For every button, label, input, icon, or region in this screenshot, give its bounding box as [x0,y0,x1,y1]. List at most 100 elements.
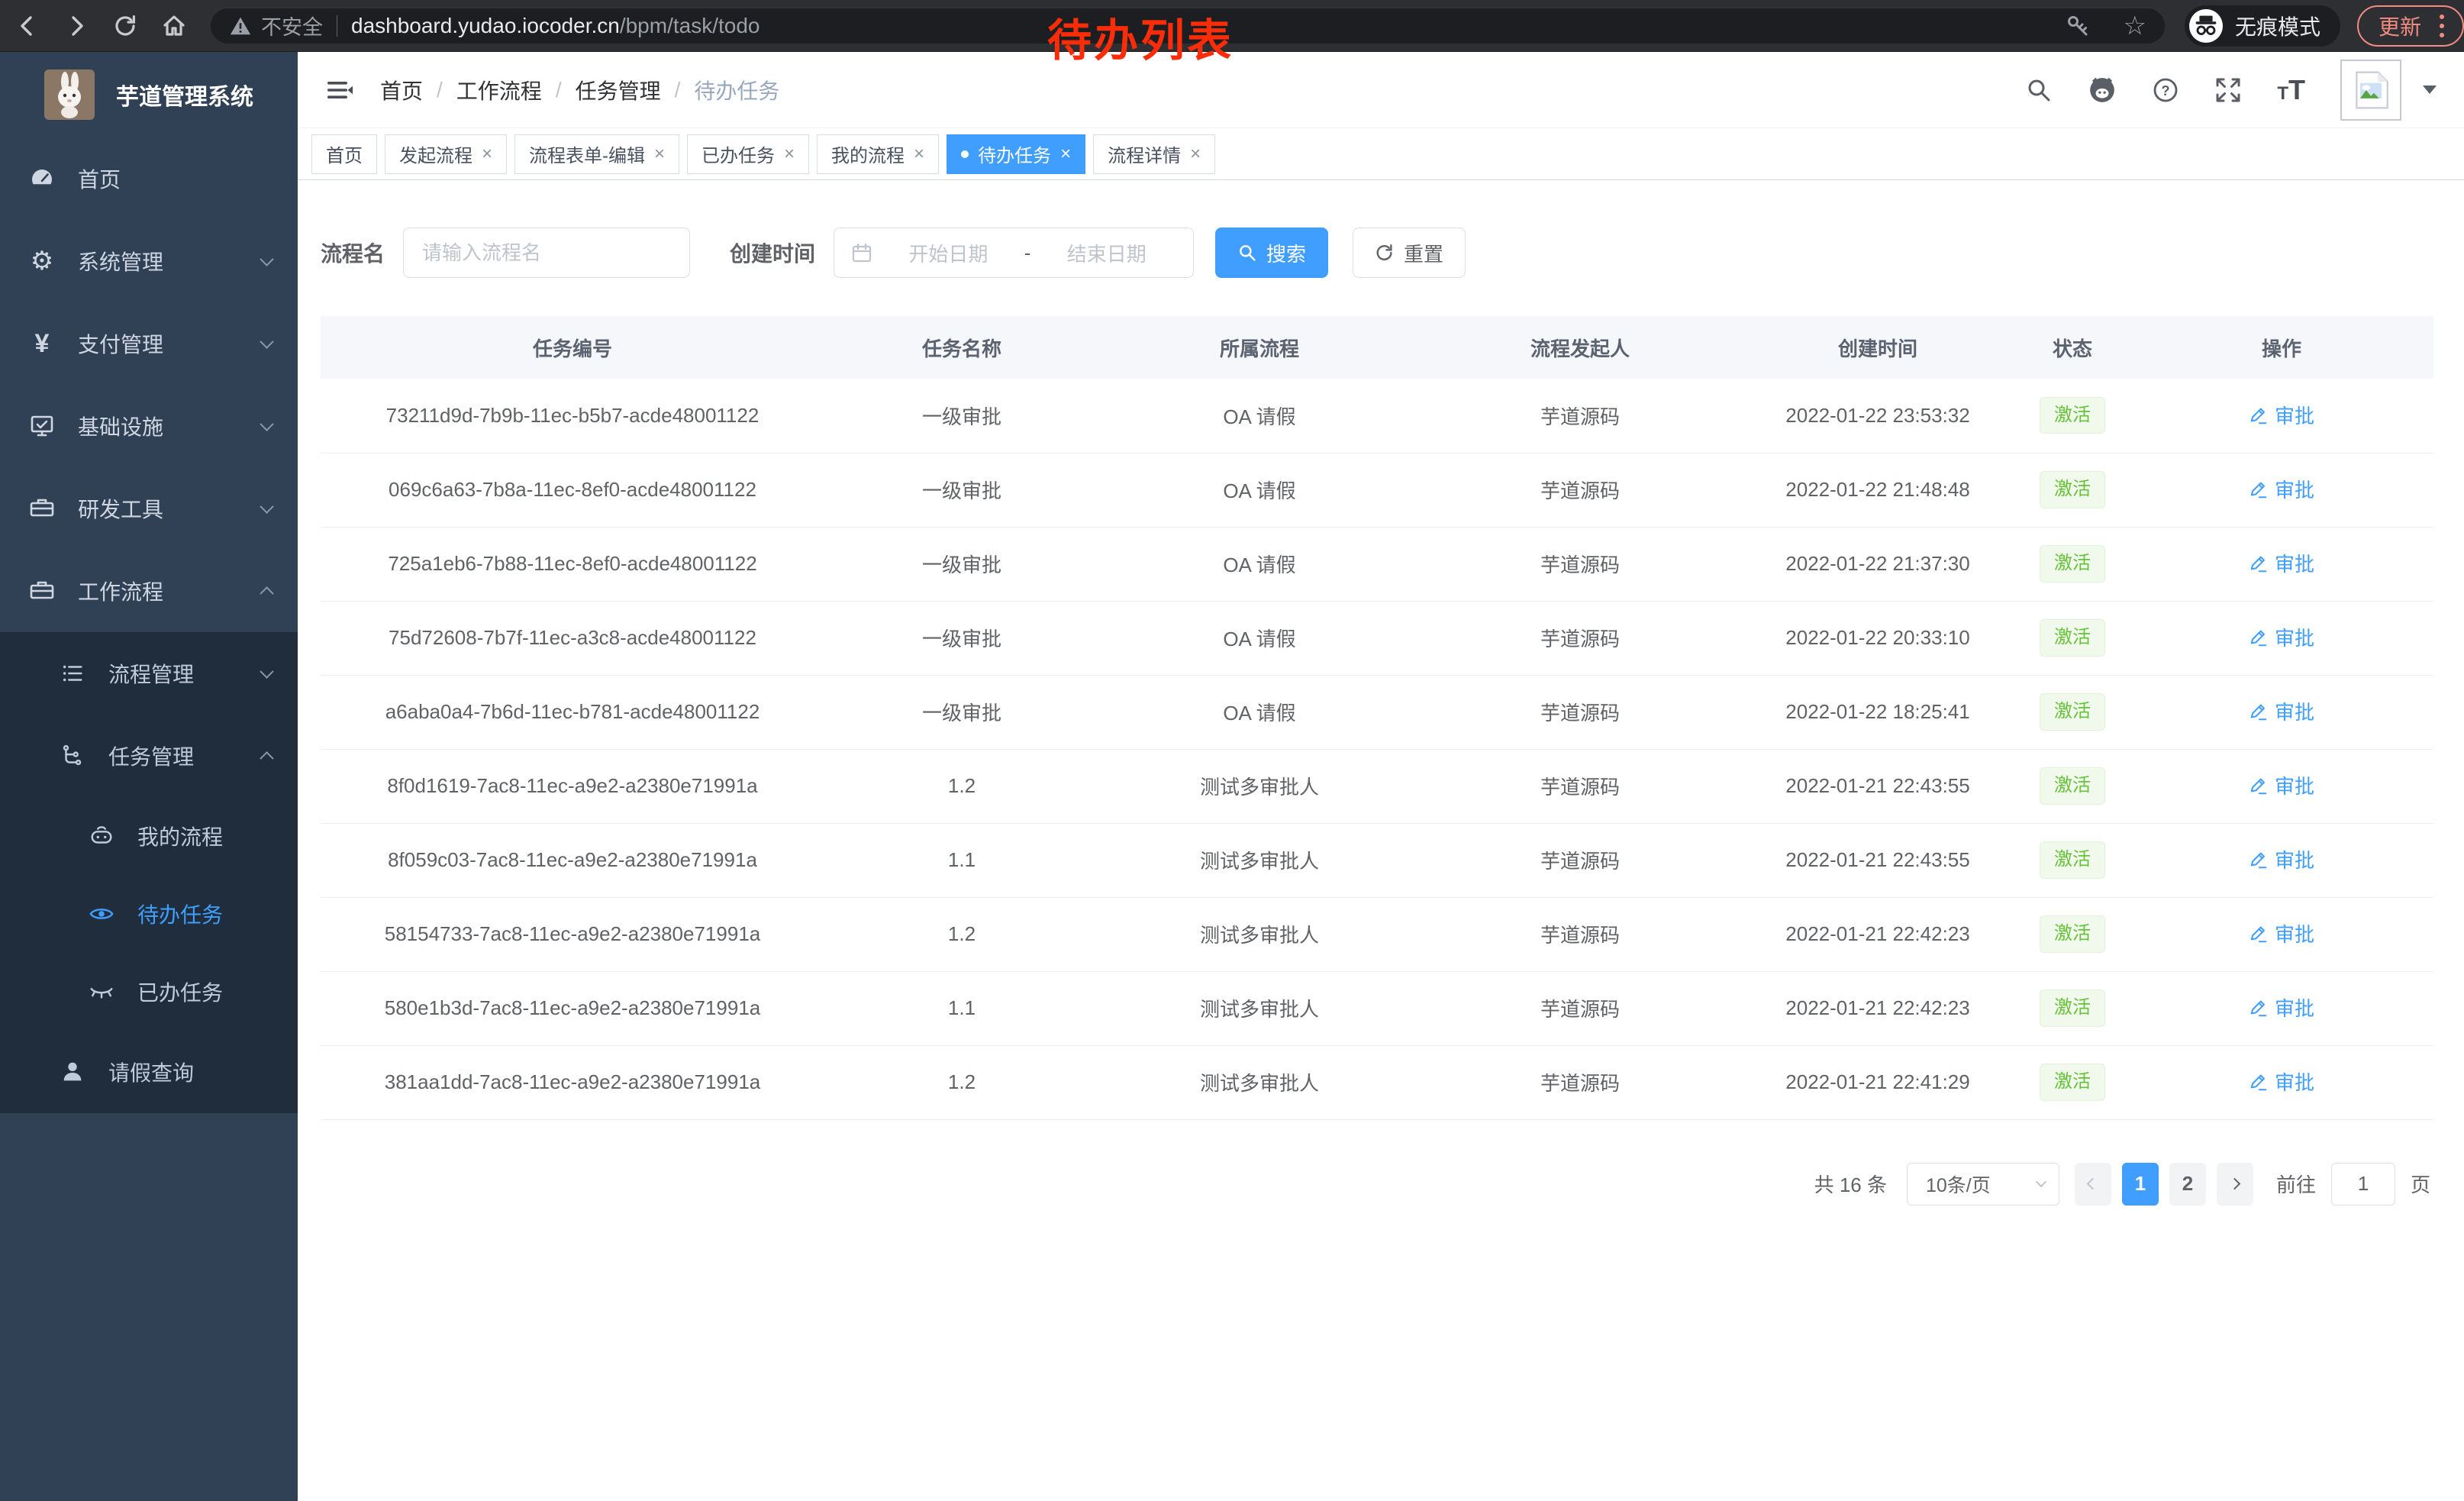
browser-back-icon[interactable] [6,5,49,47]
sidebar-item-my-process[interactable]: 我的流程 [0,797,298,875]
goto-page-input[interactable] [2331,1163,2395,1206]
sidebar-item-todo-tasks[interactable]: 待办任务 [0,875,298,953]
end-date-placeholder[interactable]: 结束日期 [1037,239,1176,267]
browser-update-button[interactable]: 更新 [2357,5,2464,47]
tab-close-icon[interactable]: × [654,145,665,163]
status-badge: 激活 [2040,915,2105,952]
cell-starter: 芋道源码 [1420,527,1740,601]
column-header: 操作 [2130,316,2433,379]
tab-close-icon[interactable]: × [482,145,492,163]
sidebar-item-system[interactable]: ⚙ 系统管理 [0,220,298,302]
cell-task-id: 580e1b3d-7ac8-11ec-a9e2-a2380e71991a [321,971,824,1045]
browser-forward-icon[interactable] [55,5,98,47]
search-button[interactable]: 搜索 [1215,228,1328,278]
tab[interactable]: 待办任务 × [947,134,1085,174]
cell-task-name: 一级审批 [824,675,1099,749]
next-page-button[interactable] [2217,1163,2253,1206]
cell-task-id: 381aa1dd-7ac8-11ec-a9e2-a2380e71991a [321,1045,824,1119]
tab[interactable]: 我的流程 × [817,134,939,174]
reset-button[interactable]: 重置 [1353,228,1466,278]
column-header: 创建时间 [1740,316,2015,379]
help-icon[interactable]: ? [2152,76,2179,104]
process-name-input[interactable] [403,228,690,278]
status-badge: 激活 [2040,619,2105,656]
browser-menu-icon[interactable] [2437,11,2447,40]
font-size-icon[interactable]: TT [2277,74,2305,106]
status-badge: 激活 [2040,693,2105,730]
search-icon[interactable] [2025,76,2053,104]
page-number-button[interactable]: 1 [2122,1163,2159,1206]
approve-link[interactable]: 审批 [2249,697,2314,725]
tab[interactable]: 已办任务 × [687,134,809,174]
tab[interactable]: 首页 [311,134,377,174]
cell-starter: 芋道源码 [1420,897,1740,971]
cell-process: OA 请假 [1099,601,1420,675]
breadcrumb-task-mgmt[interactable]: 任务管理 [576,75,661,105]
tab-close-icon[interactable]: × [914,145,924,163]
approve-link[interactable]: 审批 [2249,401,2314,429]
cell-task-name: 1.1 [824,971,1099,1045]
start-date-placeholder[interactable]: 开始日期 [879,239,1018,267]
sidebar-item-devtools[interactable]: 研发工具 [0,467,298,550]
navbar: 首页 / 工作流程 / 任务管理 / 待办任务 ? [298,52,2464,128]
browser-home-icon[interactable] [153,5,195,47]
table-row: 069c6a63-7b8a-11ec-8ef0-acde48001122 一级审… [321,453,2433,527]
page-number-button[interactable]: 2 [2169,1163,2206,1206]
incognito-icon [2189,9,2223,43]
approve-link[interactable]: 审批 [2249,549,2314,577]
chevron-down-icon [260,664,273,678]
avatar[interactable] [2340,60,2401,121]
chevron-down-icon [260,334,273,348]
fullscreen-icon[interactable] [2214,76,2242,104]
workflow-submenu: 流程管理 任务管理 我的流程 待办任务 [0,632,298,1113]
navbar-actions: ? TT [2025,60,2437,121]
tab-close-icon[interactable]: × [1190,145,1201,163]
bookmark-star-icon[interactable]: ☆ [2124,13,2146,39]
cell-starter: 芋道源码 [1420,1045,1740,1119]
app-logo[interactable]: 芋道管理系统 [0,52,298,137]
page-unit-label: 页 [2411,1170,2430,1198]
avatar-dropdown-caret[interactable] [2423,86,2437,94]
cell-process: OA 请假 [1099,453,1420,527]
table-row: a6aba0a4-7b6d-11ec-b781-acde48001122 一级审… [321,675,2433,749]
date-range-input[interactable]: 开始日期 - 结束日期 [834,228,1194,278]
tab[interactable]: 发起流程 × [385,134,507,174]
page-size-select[interactable]: 10条/页 [1907,1163,2059,1206]
chevron-up-icon [260,586,273,600]
approve-link[interactable]: 审批 [2249,1067,2314,1096]
tab[interactable]: 流程详情 × [1093,134,1215,174]
pagination: 共 16 条 10条/页 1 2 前往 页 [298,1163,2430,1206]
sidebar-item-workflow[interactable]: 工作流程 [0,550,298,632]
browser-reload-icon[interactable] [104,5,147,47]
tab-close-icon[interactable]: × [1060,145,1071,163]
approve-link[interactable]: 审批 [2249,771,2314,799]
sidebar-item-task-mgmt[interactable]: 任务管理 [0,715,298,797]
approve-link[interactable]: 审批 [2249,919,2314,947]
sidebar-item-process-mgmt[interactable]: 流程管理 [0,632,298,715]
approve-link[interactable]: 审批 [2249,845,2314,873]
sidebar-item-infra[interactable]: 基础设施 [0,385,298,467]
sidebar-item-done-tasks[interactable]: 已办任务 [0,953,298,1031]
breadcrumb-workflow[interactable]: 工作流程 [456,75,542,105]
prev-page-button[interactable] [2075,1163,2111,1206]
sidebar: 芋道管理系统 首页 ⚙ 系统管理 ¥ 支付管理 基础设施 [0,52,298,1501]
dashboard-icon [24,165,60,192]
cell-task-id: 069c6a63-7b8a-11ec-8ef0-acde48001122 [321,453,824,527]
approve-link[interactable]: 审批 [2249,623,2314,651]
breadcrumb-home[interactable]: 首页 [380,75,423,105]
tab[interactable]: 流程表单-编辑 × [514,134,679,174]
sidebar-item-home[interactable]: 首页 [0,137,298,220]
key-icon[interactable] [2066,14,2090,38]
tab-close-icon[interactable]: × [784,145,795,163]
cell-task-name: 1.2 [824,897,1099,971]
sidebar-item-leave-query[interactable]: 请假查询 [0,1031,298,1113]
security-warning-icon[interactable] [229,15,252,37]
approve-link[interactable]: 审批 [2249,475,2314,503]
sidebar-item-payment[interactable]: ¥ 支付管理 [0,302,298,385]
approve-link[interactable]: 审批 [2249,993,2314,1022]
active-dot [961,150,969,158]
sidebar-collapse-icon[interactable] [325,76,354,104]
github-icon[interactable] [2088,76,2117,105]
url-host: dashboard.yudao.iocoder.cn [351,14,620,38]
edit-pen-icon [2249,850,2269,870]
